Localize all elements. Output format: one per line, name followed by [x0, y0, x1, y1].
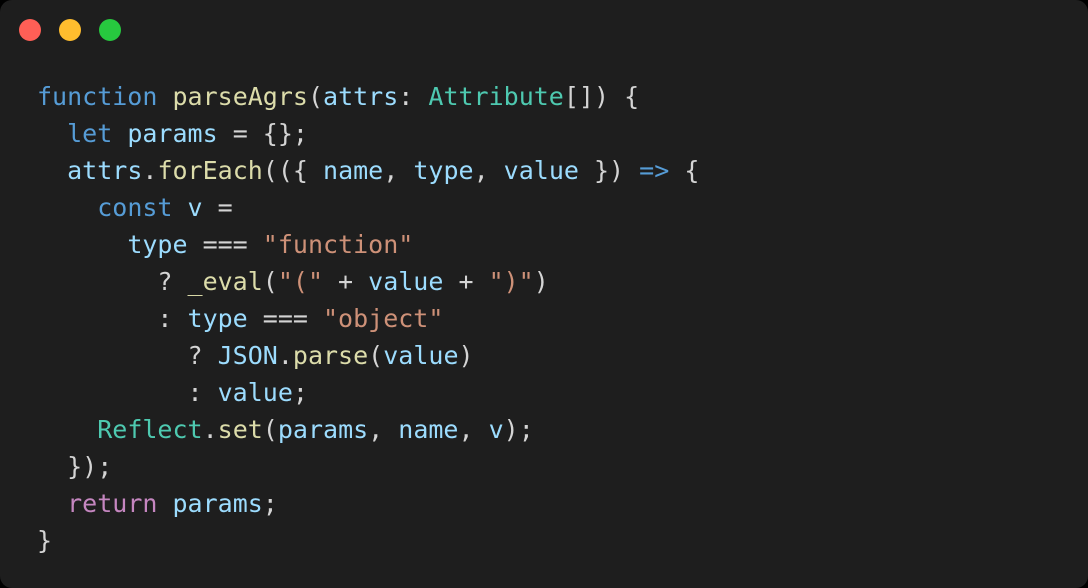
code-line: ? _eval("(" + value + ")") [37, 263, 1076, 300]
code-token: , [473, 156, 504, 185]
code-token: v [187, 193, 203, 222]
code-token: + [443, 267, 489, 296]
code-token: type [187, 304, 248, 333]
code-token: forEach [157, 156, 263, 185]
code-token: JSON [217, 341, 278, 370]
code-token: (({ [262, 156, 324, 185]
code-token: => [639, 156, 670, 185]
code-token: ? [37, 341, 218, 370]
code-token: }); [37, 452, 113, 481]
code-token: } [37, 526, 53, 555]
code-token: "object" [323, 304, 444, 333]
code-token: ) [458, 341, 474, 370]
code-token: params [277, 415, 369, 444]
code-token: ) [533, 267, 549, 296]
code-window: function parseAgrs(attrs: Attribute[]) {… [0, 0, 1088, 588]
code-token: ); [503, 415, 534, 444]
code-token: "(" [277, 267, 323, 296]
code-token: ( [368, 341, 384, 370]
code-token: = [202, 193, 233, 222]
code-token: name [323, 156, 384, 185]
code-token: function [37, 82, 158, 111]
code-token: }) [578, 156, 640, 185]
code-token: { [669, 156, 700, 185]
code-token: ( [262, 415, 278, 444]
code-line: return params; [37, 485, 1076, 522]
maximize-button[interactable] [99, 19, 121, 41]
code-line: Reflect.set(params, name, v); [37, 411, 1076, 448]
code-token: Attribute [428, 82, 564, 111]
code-token: , [368, 415, 399, 444]
code-token: . [277, 341, 293, 370]
code-line: : value; [37, 374, 1076, 411]
code-token: value [383, 341, 459, 370]
code-token: v [488, 415, 504, 444]
code-token: value [503, 156, 579, 185]
code-token: === [247, 304, 323, 333]
code-token: value [217, 378, 293, 407]
code-token: params [127, 119, 218, 148]
code-line: } [37, 522, 1076, 559]
code-token: ; [262, 489, 278, 518]
code-token: "function" [262, 230, 414, 259]
code-token: let [67, 119, 113, 148]
code-token: attrs [67, 156, 143, 185]
code-token: return [67, 489, 158, 518]
code-token: attrs [323, 82, 399, 111]
code-token: ( [262, 267, 278, 296]
code-line: let params = {}; [37, 115, 1076, 152]
code-token: parseAgrs [172, 82, 308, 111]
code-token: []) { [563, 82, 640, 111]
code-line: attrs.forEach(({ name, type, value }) =>… [37, 152, 1076, 189]
code-token: _eval [187, 267, 263, 296]
code-token: : [398, 82, 429, 111]
code-token: ")" [488, 267, 534, 296]
code-token: . [142, 156, 158, 185]
code-line: }); [37, 448, 1076, 485]
code-token: Reflect [97, 415, 203, 444]
code-token: + [323, 267, 369, 296]
close-button[interactable] [19, 19, 41, 41]
code-token: type [127, 230, 188, 259]
code-token: params [172, 489, 263, 518]
code-token: : [37, 304, 188, 333]
code-line: ? JSON.parse(value) [37, 337, 1076, 374]
code-token: === [187, 230, 263, 259]
code-token: value [368, 267, 444, 296]
code-token: ; [292, 378, 308, 407]
code-editor[interactable]: function parseAgrs(attrs: Attribute[]) {… [37, 78, 1076, 559]
code-token: ? [37, 267, 188, 296]
window-titlebar [0, 0, 1088, 60]
code-token: set [217, 415, 263, 444]
code-line: : type === "object" [37, 300, 1076, 337]
code-token: . [202, 415, 218, 444]
code-line: const v = [37, 189, 1076, 226]
code-token: parse [292, 341, 369, 370]
code-token: const [97, 193, 173, 222]
code-token: ( [307, 82, 324, 111]
code-line: function parseAgrs(attrs: Attribute[]) { [37, 78, 1076, 115]
code-token: , [383, 156, 414, 185]
code-token: = {}; [217, 119, 308, 148]
minimize-button[interactable] [59, 19, 81, 41]
code-token: , [458, 415, 489, 444]
code-token: name [398, 415, 459, 444]
code-line: type === "function" [37, 226, 1076, 263]
code-token: type [413, 156, 474, 185]
code-token: : [37, 378, 218, 407]
